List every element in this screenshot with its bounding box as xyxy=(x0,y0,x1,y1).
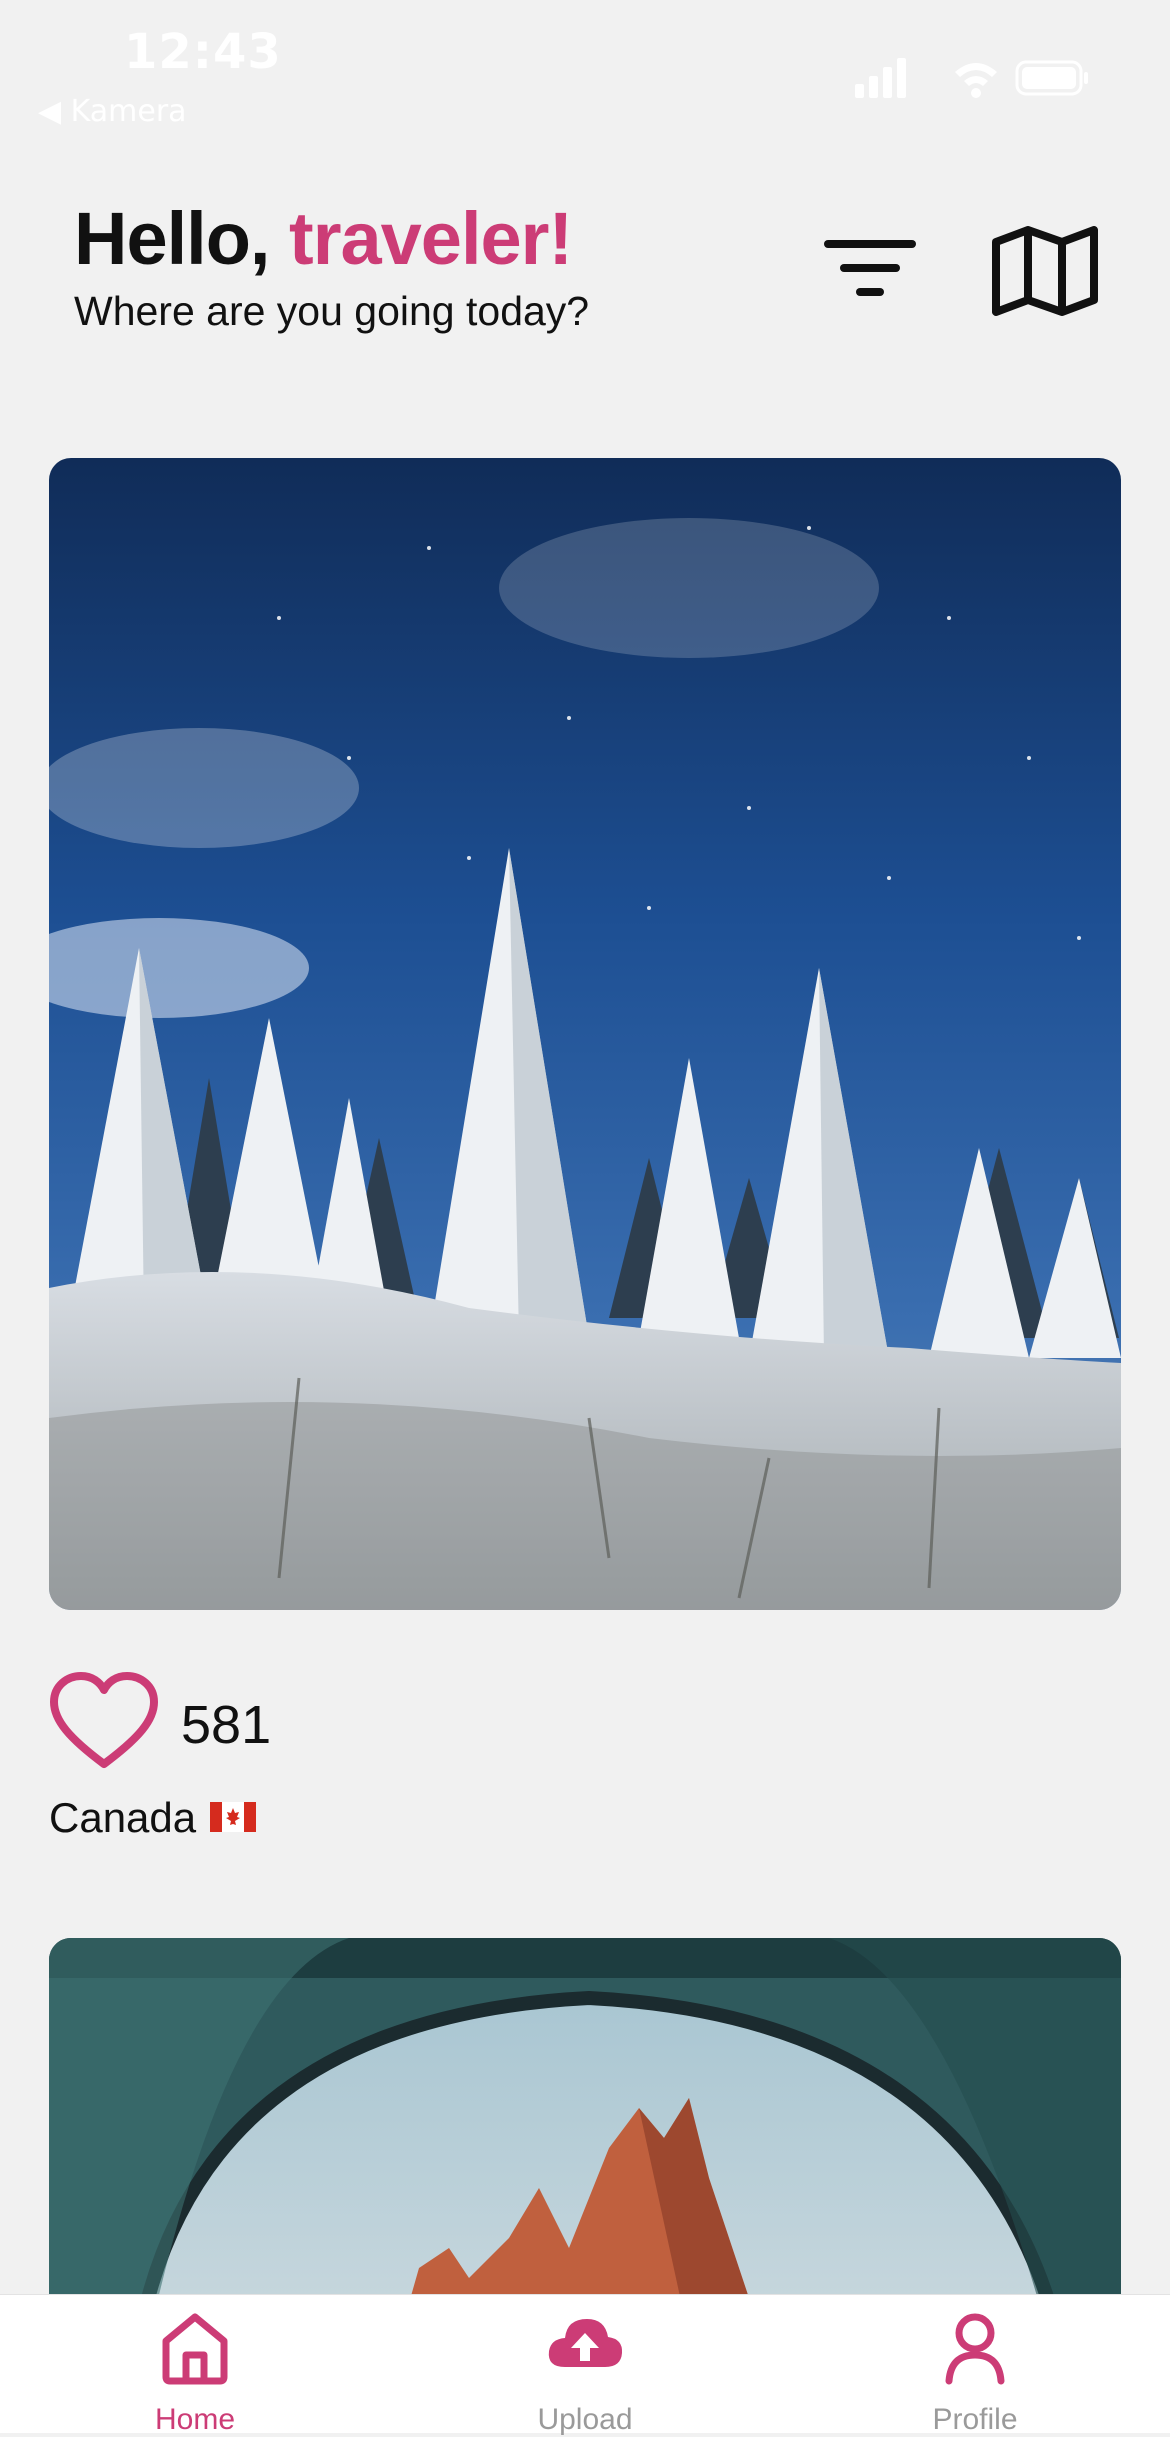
filter-icon[interactable] xyxy=(820,228,920,308)
post-image-snowy-forest[interactable] xyxy=(49,458,1121,1610)
wifi-icon xyxy=(955,63,997,98)
back-to-camera-link[interactable]: ◀ Kamera xyxy=(38,94,187,129)
status-time: 12:43 xyxy=(124,24,282,80)
greeting-prefix: Hello, xyxy=(74,197,290,280)
post-location: Canada xyxy=(49,1794,257,1842)
cloud-upload-icon xyxy=(548,2319,623,2367)
status-icons xyxy=(855,58,1088,98)
map-icon[interactable] xyxy=(990,226,1100,316)
nav-profile[interactable]: Profile xyxy=(875,2295,1075,2436)
greeting-title: Hello, traveler! xyxy=(74,196,573,281)
cellular-signal-icon xyxy=(855,58,906,98)
like-count: 581 xyxy=(181,1695,272,1755)
bottom-nav: Home Upload Profile xyxy=(0,2294,1170,2436)
user-icon xyxy=(945,2313,1005,2385)
home-icon xyxy=(162,2313,228,2385)
greeting-accent: traveler! xyxy=(289,197,573,280)
battery-icon xyxy=(1015,60,1088,96)
canada-flag-icon xyxy=(210,1801,257,1832)
nav-upload[interactable]: Upload xyxy=(485,2295,685,2436)
greeting-subtitle: Where are you going today? xyxy=(74,288,590,334)
heart-icon[interactable] xyxy=(49,1672,159,1772)
post-image-tent-mountain[interactable] xyxy=(49,1938,1121,2338)
nav-home[interactable]: Home xyxy=(95,2295,295,2436)
location-label: Canada xyxy=(49,1794,197,1841)
